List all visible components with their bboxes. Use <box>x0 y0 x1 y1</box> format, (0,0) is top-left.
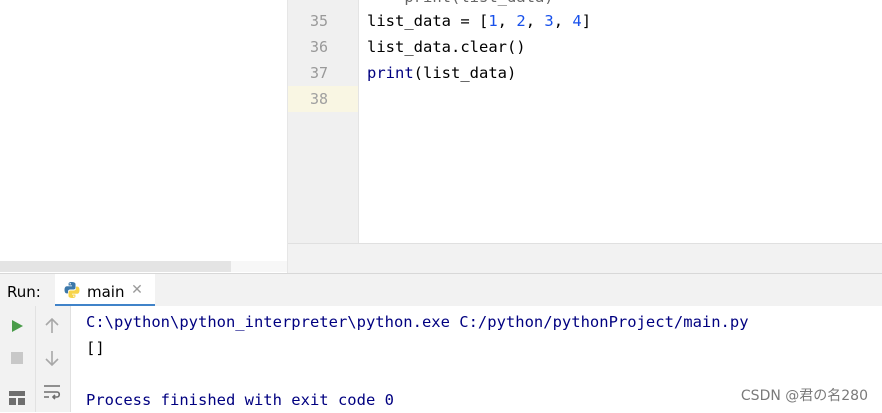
code-line[interactable]: list_data = [1, 2, 3, 4] <box>367 8 591 34</box>
line-number: 36 <box>309 38 328 56</box>
code-token: 2 <box>516 12 526 30</box>
console-command-line: C:\python\python_interpreter\python.exe … <box>86 313 749 331</box>
code-token: , <box>497 12 517 30</box>
code-editor[interactable]: 35 36 37 38 print(list_data) list_data =… <box>287 0 882 274</box>
run-tab-main[interactable]: main ✕ <box>55 274 155 307</box>
run-toolbar <box>0 306 71 412</box>
run-tab-label: main <box>87 283 125 301</box>
line-number-current: 38 <box>309 90 328 108</box>
project-horizontal-scrollbar[interactable] <box>0 261 231 272</box>
stop-icon[interactable] <box>5 346 29 370</box>
code-area[interactable]: print(list_data) list_data = [1, 2, 3, 4… <box>359 0 882 243</box>
code-token: list_data = [ <box>367 12 489 30</box>
arrow-up-icon[interactable] <box>40 314 64 338</box>
close-icon[interactable]: ✕ <box>130 283 144 297</box>
code-token: 4 <box>572 12 582 30</box>
code-token: ] <box>581 12 592 30</box>
run-console[interactable]: C:\python\python_interpreter\python.exe … <box>71 306 882 412</box>
console-output-line: [] <box>86 339 105 357</box>
code-token: print <box>367 64 414 82</box>
play-icon[interactable] <box>5 314 29 338</box>
code-token: , <box>553 12 573 30</box>
arrow-down-icon[interactable] <box>40 346 64 370</box>
project-pane <box>0 0 287 273</box>
run-label: Run: <box>7 283 41 301</box>
line-number: 37 <box>309 64 328 82</box>
code-line[interactable]: print(list_data) <box>367 60 516 86</box>
watermark: CSDN @君の名280 <box>740 388 868 404</box>
line-number: 35 <box>309 12 328 30</box>
toolbar-divider <box>35 306 36 412</box>
code-token: list_data.clear() <box>367 38 526 56</box>
run-tool-window-header: Run: main ✕ <box>0 273 882 307</box>
code-token: , <box>525 12 545 30</box>
project-scrollbar-track <box>231 261 287 272</box>
code-token: 3 <box>544 12 554 30</box>
editor-horizontal-scrollbar[interactable] <box>288 243 882 274</box>
code-token: 1 <box>488 12 498 30</box>
soft-wrap-icon[interactable] <box>40 380 64 404</box>
layout-icon[interactable] <box>5 386 29 410</box>
code-line[interactable]: list_data.clear() <box>367 34 526 60</box>
code-token: (list_data) <box>413 64 517 82</box>
console-exit-message: Process finished with exit code 0 <box>86 391 394 409</box>
python-icon <box>64 282 80 298</box>
line-number-gutter: 35 36 37 38 <box>288 0 359 243</box>
